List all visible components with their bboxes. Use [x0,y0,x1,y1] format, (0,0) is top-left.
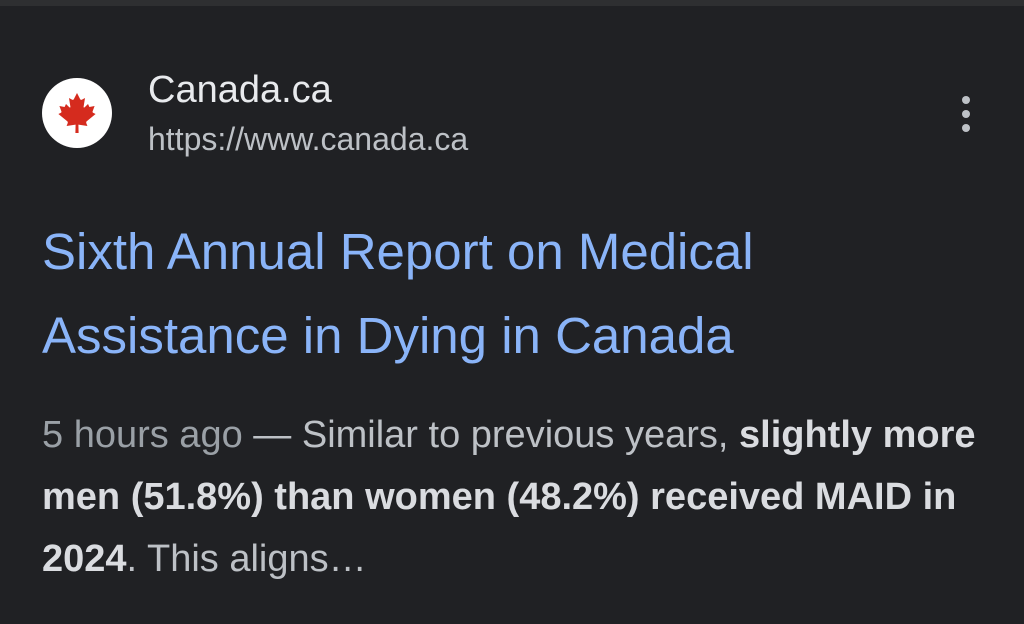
canada-maple-leaf-icon [42,78,112,148]
more-dot [962,124,970,132]
snippet-text-start: Similar to previous years, [301,414,739,456]
more-dot [962,110,970,118]
site-header[interactable]: Canada.ca https://www.canada.ca [40,64,980,164]
more-vert-icon[interactable] [946,84,986,144]
result-snippet: 5 hours ago — Similar to previous years,… [42,404,1002,590]
result-title-line-1: Sixth Annual Report on Medical [42,223,754,280]
snippet-text-end: . This aligns… [126,538,367,580]
snippet-date: 5 hours ago [42,414,243,456]
site-url[interactable]: https://www.canada.ca [148,120,468,158]
result-title-link[interactable]: Sixth Annual Report on Medical Assistanc… [42,210,1002,378]
site-name[interactable]: Canada.ca [148,68,332,112]
more-dot [962,96,970,104]
snippet-separator: — [242,414,302,456]
result-title-line-2: Assistance in Dying in Canada [42,307,734,364]
